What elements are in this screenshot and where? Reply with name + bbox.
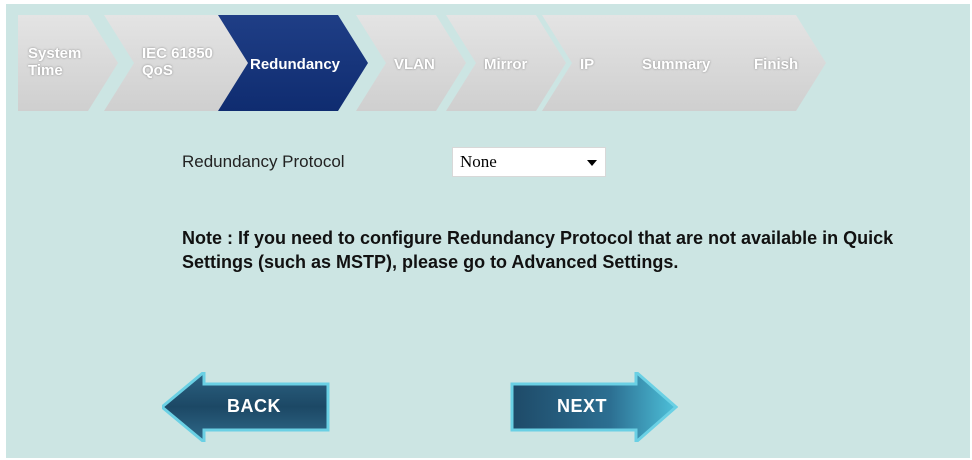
dropdown-arrow-icon[interactable] <box>587 160 597 166</box>
redundancy-protocol-select[interactable]: None <box>452 147 606 177</box>
redundancy-protocol-value: None <box>460 152 497 171</box>
step-system-time[interactable]: System Time <box>18 15 118 111</box>
step-label: IEC 61850 QoS <box>142 45 213 79</box>
wizard-steps: System Time IEC 61850 QoS Redundancy VLA… <box>6 4 970 110</box>
back-button-label: BACK <box>227 396 281 416</box>
step-label: VLAN <box>394 56 435 73</box>
back-button[interactable]: BACK <box>162 372 330 442</box>
next-button[interactable]: NEXT <box>510 372 678 442</box>
next-button-label: NEXT <box>556 396 607 416</box>
wizard-panel: System Time IEC 61850 QoS Redundancy VLA… <box>6 4 970 458</box>
step-label: System Time <box>28 45 82 79</box>
advanced-settings-note: Note : If you need to configure Redundan… <box>182 228 894 272</box>
step-vlan[interactable]: VLAN <box>356 15 466 111</box>
redundancy-protocol-label: Redundancy Protocol <box>182 152 345 171</box>
